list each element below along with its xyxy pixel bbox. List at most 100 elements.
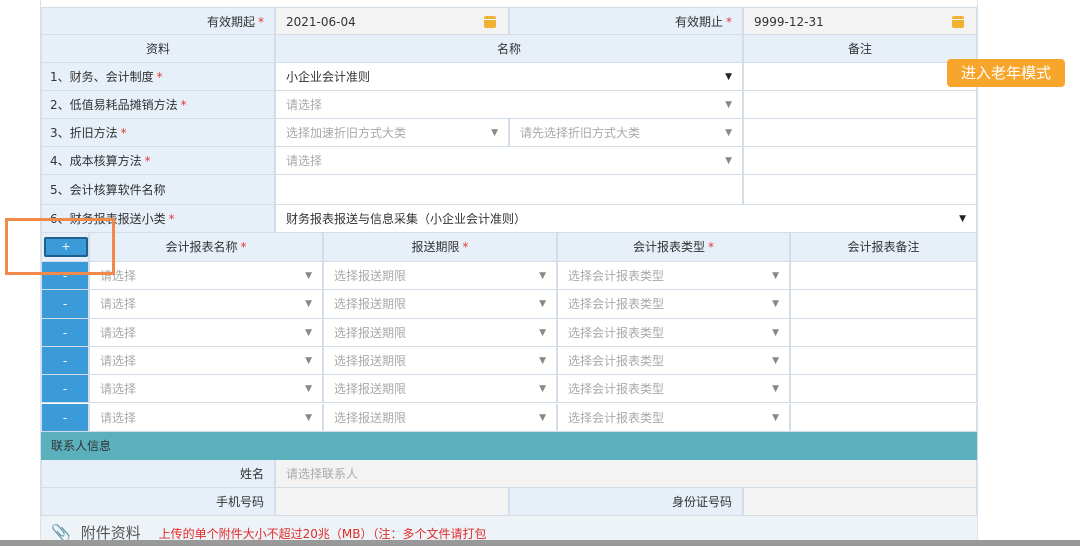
cost-method-note[interactable] <box>743 147 977 175</box>
end-date-label: 有效期止 * <box>509 7 743 35</box>
dropdown-caret-icon: ▼ <box>305 299 312 310</box>
cost-method-label: 4、成本核算方法 * <box>41 147 275 175</box>
highlight-annotation <box>5 218 115 275</box>
report-row: - 请选择 ▼ 选择报送期限 ▼ 选择会计报表类型 ▼ <box>41 318 977 347</box>
software-note[interactable] <box>743 175 977 205</box>
cost-method-select[interactable]: 请选择 ▼ <box>275 147 743 175</box>
dropdown-caret-icon: ▼ <box>539 327 546 338</box>
dropdown-caret-icon: ▼ <box>772 327 779 338</box>
dropdown-caret-icon: ▼ <box>772 355 779 366</box>
report-type-select[interactable]: 选择会计报表类型 ▼ <box>557 318 790 347</box>
report-row: - 请选择 ▼ 选择报送期限 ▼ 选择会计报表类型 ▼ <box>41 375 977 404</box>
report-type-select[interactable]: 选择会计报表类型 ▼ <box>557 290 790 319</box>
dropdown-caret-icon: ▼ <box>305 384 312 395</box>
low-value-note[interactable] <box>743 91 977 119</box>
report-note-input[interactable] <box>790 346 977 376</box>
remove-row-button[interactable]: - <box>41 375 89 404</box>
material-header-row: 资料 名称 备注 <box>41 35 977 63</box>
start-date-label: 有效期起 * <box>41 7 275 35</box>
col-material: 资料 <box>41 35 275 63</box>
report-period-select[interactable]: 选择报送期限 ▼ <box>323 262 557 291</box>
remove-row-button[interactable]: - <box>41 318 89 347</box>
report-row: - 请选择 ▼ 选择报送期限 ▼ 选择会计报表类型 ▼ <box>41 403 977 432</box>
start-date-input[interactable]: 2021-06-04 <box>275 7 509 35</box>
col-note: 备注 <box>743 35 977 63</box>
accounting-system-row: 1、财务、会计制度 * 小企业会计准则 ▼ <box>41 63 977 91</box>
form-panel: 有效期起 * 2021-06-04 有效期止 * 9999-12-31 资料 名称 … <box>40 0 978 546</box>
depreciation-label: 3、折旧方法 * <box>41 119 275 147</box>
bottom-scrollbar[interactable] <box>0 540 1080 546</box>
remove-row-button[interactable]: - <box>41 403 89 432</box>
report-row: - 请选择 ▼ 选择报送期限 ▼ 选择会计报表类型 ▼ <box>41 262 977 291</box>
depreciation-category-select[interactable]: 选择加速折旧方式大类 ▼ <box>275 119 509 147</box>
report-period-select[interactable]: 选择报送期限 ▼ <box>323 375 557 404</box>
low-value-row: 2、低值易耗品摊销方法 * 请选择 ▼ <box>41 91 977 119</box>
report-name-select[interactable]: 请选择 ▼ <box>89 403 323 432</box>
report-note-input[interactable] <box>790 318 977 347</box>
contact-phone-row: 手机号码 身份证号码 <box>41 488 977 516</box>
calendar-icon[interactable] <box>484 16 496 28</box>
report-category-row: 6、财务报表报送小类 * 财务报表报送与信息采集（小企业会计准则） ▼ <box>41 205 977 233</box>
contact-name-select[interactable]: 请选择联系人 <box>275 460 977 488</box>
calendar-icon[interactable] <box>952 16 964 28</box>
dropdown-caret-icon: ▼ <box>539 299 546 310</box>
cost-method-row: 4、成本核算方法 * 请选择 ▼ <box>41 147 977 175</box>
elder-mode-button[interactable]: 进入老年模式 <box>947 59 1065 87</box>
report-note-input[interactable] <box>790 290 977 319</box>
dropdown-caret-icon: ▼ <box>725 72 732 82</box>
dropdown-caret-icon: ▼ <box>725 128 732 138</box>
report-type-select[interactable]: 选择会计报表类型 ▼ <box>557 346 790 376</box>
report-note-header: 会计报表备注 <box>790 233 977 262</box>
report-name-select[interactable]: 请选择 ▼ <box>89 262 323 291</box>
dropdown-caret-icon: ▼ <box>772 384 779 395</box>
remove-row-button[interactable]: - <box>41 290 89 319</box>
accounting-system-label: 1、财务、会计制度 * <box>41 63 275 91</box>
report-type-select[interactable]: 选择会计报表类型 ▼ <box>557 375 790 404</box>
report-name-select[interactable]: 请选择 ▼ <box>89 318 323 347</box>
low-value-label: 2、低值易耗品摊销方法 * <box>41 91 275 119</box>
report-period-select[interactable]: 选择报送期限 ▼ <box>323 290 557 319</box>
report-row: - 请选择 ▼ 选择报送期限 ▼ 选择会计报表类型 ▼ <box>41 346 977 376</box>
dropdown-caret-icon: ▼ <box>305 271 312 281</box>
dropdown-caret-icon: ▼ <box>491 128 498 138</box>
low-value-select[interactable]: 请选择 ▼ <box>275 91 743 119</box>
dropdown-caret-icon: ▼ <box>305 355 312 366</box>
accounting-system-note[interactable] <box>743 63 977 91</box>
phone-input[interactable] <box>275 488 509 516</box>
remove-row-button[interactable]: - <box>41 346 89 376</box>
software-input[interactable] <box>275 175 743 205</box>
dropdown-caret-icon: ▼ <box>772 412 779 423</box>
report-name-select[interactable]: 请选择 ▼ <box>89 346 323 376</box>
report-row: - 请选择 ▼ 选择报送期限 ▼ 选择会计报表类型 ▼ <box>41 290 977 319</box>
end-date-input[interactable]: 9999-12-31 <box>743 7 977 35</box>
dropdown-caret-icon: ▼ <box>539 355 546 366</box>
report-note-input[interactable] <box>790 375 977 404</box>
report-period-select[interactable]: 选择报送期限 ▼ <box>323 318 557 347</box>
depreciation-row: 3、折旧方法 * 选择加速折旧方式大类 ▼ 请先选择折旧方式大类 ▼ <box>41 119 977 147</box>
dropdown-caret-icon: ▼ <box>725 156 732 166</box>
report-category-select[interactable]: 财务报表报送与信息采集（小企业会计准则） ▼ <box>275 205 977 233</box>
contact-name-label: 姓名 <box>41 460 275 488</box>
report-period-header: 报送期限 * <box>323 233 557 262</box>
id-input[interactable] <box>743 488 977 516</box>
contact-section-title: 联系人信息 <box>51 439 112 453</box>
accounting-system-select[interactable]: 小企业会计准则 ▼ <box>275 63 743 91</box>
depreciation-method-select[interactable]: 请先选择折旧方式大类 ▼ <box>509 119 743 147</box>
phone-label: 手机号码 <box>41 488 275 516</box>
report-type-select[interactable]: 选择会计报表类型 ▼ <box>557 403 790 432</box>
report-name-select[interactable]: 请选择 ▼ <box>89 375 323 404</box>
report-period-select[interactable]: 选择报送期限 ▼ <box>323 403 557 432</box>
depreciation-note[interactable] <box>743 119 977 147</box>
dropdown-caret-icon: ▼ <box>772 271 779 281</box>
report-note-input[interactable] <box>790 403 977 432</box>
dropdown-caret-icon: ▼ <box>539 384 546 395</box>
report-note-input[interactable] <box>790 262 977 291</box>
dropdown-caret-icon: ▼ <box>305 327 312 338</box>
dropdown-caret-icon: ▼ <box>539 271 546 281</box>
report-type-select[interactable]: 选择会计报表类型 ▼ <box>557 262 790 291</box>
contact-section-header: 联系人信息 <box>41 432 977 460</box>
report-name-header: 会计报表名称 * <box>89 233 323 262</box>
validity-row: 有效期起 * 2021-06-04 有效期止 * 9999-12-31 <box>41 7 977 35</box>
report-period-select[interactable]: 选择报送期限 ▼ <box>323 346 557 376</box>
report-name-select[interactable]: 请选择 ▼ <box>89 290 323 319</box>
